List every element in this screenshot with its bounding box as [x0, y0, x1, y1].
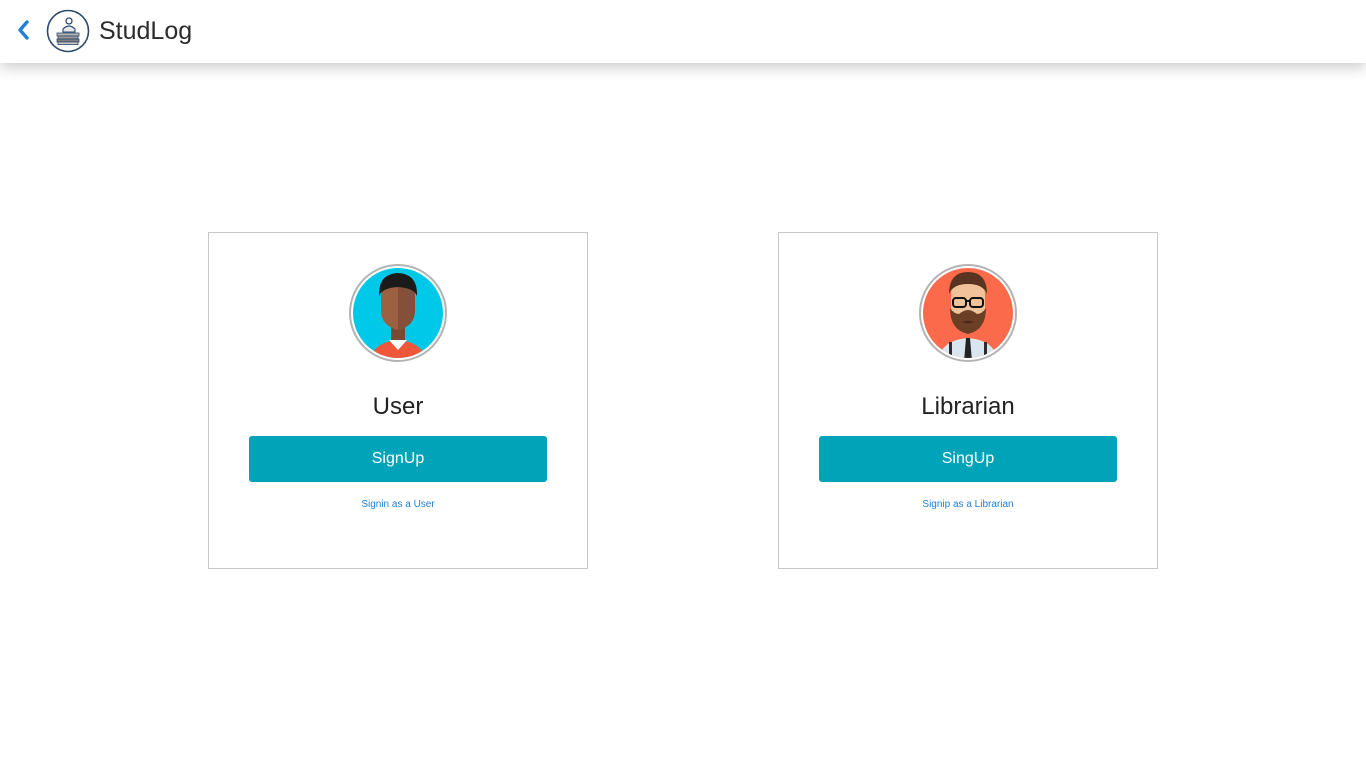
avatar: [919, 264, 1017, 362]
signin-link[interactable]: Signin as a User: [209, 498, 587, 512]
top-app-bar: StudLog: [0, 0, 1366, 63]
app-logo: [46, 9, 90, 53]
user-avatar-icon: [349, 264, 447, 362]
librarian-card: Librarian SingUp Signip as a Librarian: [778, 232, 1158, 569]
signup-button[interactable]: SingUp: [819, 436, 1117, 482]
chevron-left-icon: [18, 20, 29, 40]
back-button[interactable]: [14, 16, 34, 44]
librarian-avatar-icon: [919, 264, 1017, 362]
role-title: User: [372, 393, 424, 420]
student-books-logo-icon: [46, 9, 90, 53]
avatar: [349, 264, 447, 362]
user-card: User SignUp Signin as a User: [208, 232, 588, 569]
app-title: StudLog: [99, 17, 193, 45]
signin-link[interactable]: Signip as a Librarian: [779, 498, 1157, 512]
signup-button[interactable]: SignUp: [249, 436, 547, 482]
role-title: Librarian: [921, 393, 1015, 420]
